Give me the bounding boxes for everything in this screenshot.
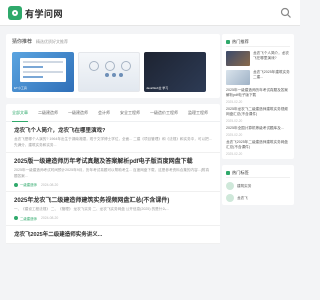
post-item[interactable]: 2025年龙农飞二级建造师建筑实务视频网盘汇总(不含课件) 一、《建设工程法规》…: [6, 192, 220, 226]
post-title[interactable]: 龙农飞2025年二级建造师实务讲义...: [14, 231, 212, 239]
main-column: 猜你推荐 精选优质好文推荐 ET小工具 JavaWeb全 学习 全部文章 二级建…: [6, 34, 220, 244]
featured-text: 龙农飞2025年建筑实务二建...: [253, 70, 290, 79]
sidebar-item[interactable]: 2025年全国计算机等级考试题库及... 2025-02-20: [226, 126, 290, 137]
post-tag[interactable]: 二级建造师: [20, 216, 37, 221]
sidebar-featured[interactable]: 龙农飞个人简介，龙农飞在哪里演戏?: [226, 51, 290, 66]
post-title[interactable]: 2025版一级建造师历年考试真题及答案解析pdf电子版百度网盘下载: [14, 158, 212, 166]
post-date: 2024-08-20: [40, 182, 59, 187]
sidebar-item[interactable]: 2025年一级建造师历年考试真题及答案解析pdf电子版下载 2025-02-20: [226, 88, 290, 104]
hot-tags-card: 热门标签 建筑实务 龙农飞: [222, 165, 294, 205]
tag-item[interactable]: 龙农飞: [226, 194, 290, 202]
post-tag[interactable]: 一级建造师: [20, 182, 37, 187]
tab-all[interactable]: 全部文章: [12, 104, 28, 122]
site-header: 有学问网: [0, 0, 300, 26]
site-logo[interactable]: 有学问网: [8, 5, 63, 21]
category-dot-icon: [14, 182, 18, 187]
post-meta: 二级建造师 2024-08-20: [14, 216, 212, 221]
featured-text: 龙农飞个人简介，龙农飞在哪里演戏?: [253, 51, 289, 60]
post-item[interactable]: 2025版一级建造师历年考试真题及答案解析pdf电子版百度网盘下载 2025年一…: [6, 153, 220, 192]
recommend-thumb[interactable]: JavaWeb全 学习: [144, 52, 206, 92]
recommend-thumb[interactable]: [78, 52, 140, 92]
logo-icon: [8, 6, 22, 20]
recommend-subtitle: 精选优质好文推荐: [36, 39, 69, 44]
tag-logo-icon: [226, 194, 234, 202]
category-tabs: 全部文章 二级建造师 一级建造师 会计师 安全工程师 一级造价工程师 监理工程师: [6, 104, 220, 122]
tab-cost-engineer[interactable]: 一级造价工程师: [150, 104, 178, 122]
post-date: 2024-08-20: [40, 216, 59, 220]
circle-icon: [89, 61, 99, 71]
tab-accountant[interactable]: 会计师: [98, 104, 110, 122]
post-title[interactable]: 龙农飞个人简介，龙农飞在哪里演戏?: [14, 127, 212, 135]
tab-supervision-engineer[interactable]: 监理工程师: [188, 104, 208, 122]
tab-safety-engineer[interactable]: 安全工程师: [120, 104, 140, 122]
post-meta: 一级建造师 2024-08-20: [14, 182, 212, 187]
post-title[interactable]: 2025年龙农飞二级建造师建筑实务视频网盘汇总(不含课件): [14, 197, 212, 205]
circle-icon: [121, 61, 131, 71]
sidebar-item[interactable]: 2025年龙农飞二级建造师建筑实务视频网盘汇总(不含课件) 2025-02-20: [226, 107, 290, 123]
featured-thumb: [226, 70, 250, 85]
category-dot-icon: [14, 216, 18, 220]
hot-recommend-card: 热门推荐 龙农飞个人简介，龙农飞在哪里演戏? 龙农飞2025年建筑实务二建...…: [222, 34, 294, 159]
sidebar-title: 热门推荐: [232, 38, 249, 44]
article-panel: 全部文章 二级建造师 一级建造师 会计师 安全工程师 一级造价工程师 监理工程师…: [6, 104, 220, 244]
post-list: 龙农飞个人简介，龙农飞在哪里演戏? 龙农飞是哪个人演的? 1964年出生于湖南湘…: [6, 122, 220, 244]
featured-thumb: [226, 51, 250, 66]
logo-text: 有学问网: [25, 8, 64, 19]
recommend-thumb[interactable]: ET小工具: [12, 52, 74, 92]
post-item[interactable]: 龙农飞2025年二级建造师实务讲义...: [6, 226, 220, 244]
tag-item[interactable]: 建筑实务: [226, 182, 290, 190]
post-desc: 2025年一级建造师考试时间预计2025年9月，历年考试真题可以帮助考生... …: [14, 168, 210, 178]
sidebar-title: 热门标签: [232, 169, 249, 175]
sidebar-item[interactable]: 龙农飞2025年二级建造师建筑实务网盘汇总(不含课件) 2025-02-20: [226, 140, 290, 156]
search-icon[interactable]: [280, 7, 292, 19]
post-item[interactable]: 龙农飞个人简介，龙农飞在哪里演戏? 龙农飞是哪个人演的? 1964年出生于湖南湘…: [6, 122, 220, 153]
sidebar-featured[interactable]: 龙农飞2025年建筑实务二建...: [226, 70, 290, 85]
sidebar: 热门推荐 龙农飞个人简介，龙农飞在哪里演戏? 龙农飞2025年建筑实务二建...…: [222, 34, 294, 205]
section-marker-icon: [226, 39, 230, 44]
tab-first-constructor[interactable]: 一级建造师: [68, 104, 88, 122]
circle-icon: [105, 61, 115, 71]
tab-second-constructor[interactable]: 二级建造师: [38, 104, 58, 122]
post-desc: 龙农飞是哪个人演的? 1964年出生于湖南湘潭，现于文学博士学位，全面... 二…: [14, 137, 212, 147]
recommend-title: 猜你推荐: [12, 39, 33, 45]
tag-logo-icon: [226, 182, 234, 190]
post-desc: 一、《建设工程法规》 二、《管理》 龙农飞实务 二、龙农飞实务网盘 公开信息(2…: [14, 207, 169, 211]
section-marker-icon: [226, 170, 230, 175]
recommend-section: 猜你推荐 精选优质好文推荐 ET小工具 JavaWeb全 学习: [6, 34, 220, 98]
